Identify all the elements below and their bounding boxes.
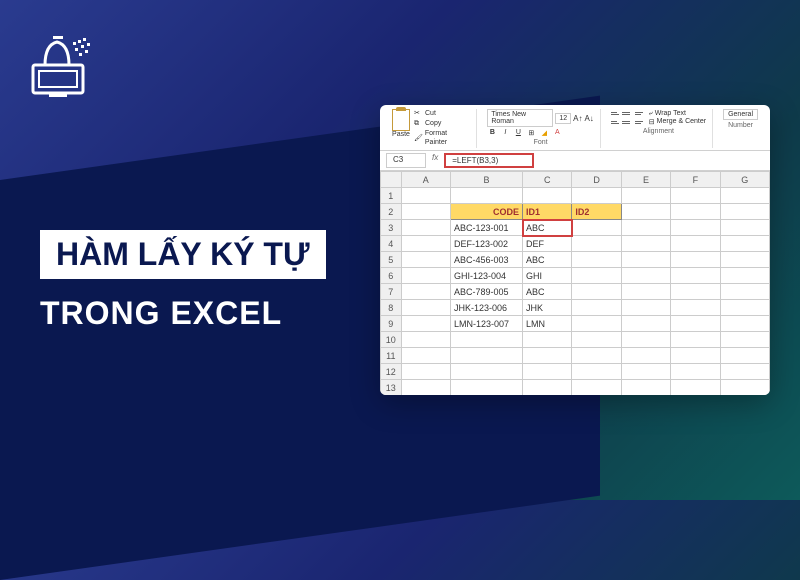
col-header[interactable]: C [523, 172, 572, 188]
brush-icon: 🖌 [414, 134, 423, 143]
name-box[interactable]: C3 [386, 153, 426, 168]
cell[interactable]: JHK-123-006 [450, 300, 522, 316]
wrap-text-button[interactable]: ⤶Wrap Text [649, 110, 706, 118]
col-header[interactable]: F [671, 172, 720, 188]
row-header[interactable]: 10 [381, 332, 402, 348]
number-format-select[interactable]: General [723, 109, 758, 120]
italic-button[interactable]: I [500, 129, 510, 137]
col-header[interactable]: E [621, 172, 670, 188]
page-subtitle: TRONG EXCEL [40, 295, 326, 332]
ribbon: Paste ✂Cut ⧉Copy 🖌Format Painter Times N… [380, 105, 770, 151]
row-header[interactable]: 7 [381, 284, 402, 300]
cell[interactable]: GHI [523, 268, 572, 284]
copy-icon: ⧉ [414, 119, 423, 128]
row-header[interactable]: 4 [381, 236, 402, 252]
table-header-id1[interactable]: ID1 [523, 204, 572, 220]
excel-screenshot: Paste ✂Cut ⧉Copy 🖌Format Painter Times N… [380, 105, 770, 395]
row-header[interactable]: 12 [381, 364, 402, 380]
cell[interactable]: LMN-123-007 [450, 316, 522, 332]
decrease-font-button[interactable]: A↓ [584, 114, 593, 123]
cell[interactable]: ABC [523, 284, 572, 300]
border-button[interactable]: ⊞ [526, 129, 536, 137]
font-name-select[interactable]: Times New Roman [487, 109, 553, 127]
increase-font-button[interactable]: A↑ [573, 114, 582, 123]
fx-icon[interactable]: fx [432, 153, 438, 168]
cell[interactable]: GHI-123-004 [450, 268, 522, 284]
formula-bar: C3 fx =LEFT(B3,3) [380, 151, 770, 171]
page-title: HÀM LẤY KÝ TỰ [40, 230, 326, 279]
row-header[interactable]: 11 [381, 348, 402, 364]
cell[interactable]: ABC-123-001 [450, 220, 522, 236]
table-header-id2[interactable]: ID2 [572, 204, 621, 220]
col-header[interactable]: B [450, 172, 522, 188]
cut-button[interactable]: ✂Cut [414, 109, 470, 119]
merge-icon: ⊟ [649, 118, 655, 126]
merge-center-button[interactable]: ⊟Merge & Center [649, 118, 706, 126]
formula-input[interactable]: =LEFT(B3,3) [444, 153, 534, 168]
spreadsheet-grid[interactable]: A B C D E F G 1 2 CODE ID1 ID2 3 ABC-123… [380, 171, 770, 395]
font-size-select[interactable]: 12 [555, 113, 571, 124]
align-buttons[interactable] [611, 109, 643, 126]
cell[interactable]: DEF [523, 236, 572, 252]
fill-color-button[interactable]: ◢ [539, 129, 549, 137]
row-header[interactable]: 2 [381, 204, 402, 220]
wrap-icon: ⤶ [649, 110, 653, 118]
row-header[interactable]: 6 [381, 268, 402, 284]
cell[interactable]: JHK [523, 300, 572, 316]
cell[interactable]: ABC-456-003 [450, 252, 522, 268]
row-header[interactable]: 3 [381, 220, 402, 236]
cell[interactable]: DEF-123-002 [450, 236, 522, 252]
col-header[interactable]: A [401, 172, 450, 188]
cell[interactable]: ABC-789-005 [450, 284, 522, 300]
col-header[interactable]: D [572, 172, 621, 188]
paste-button[interactable]: Paste [392, 109, 410, 148]
cell[interactable]: LMN [523, 316, 572, 332]
selected-cell[interactable]: ABC [523, 220, 572, 236]
bold-button[interactable]: B [487, 129, 497, 137]
logo-icon [25, 30, 105, 100]
format-painter-button[interactable]: 🖌Format Painter [414, 129, 470, 149]
copy-button[interactable]: ⧉Copy [414, 119, 470, 129]
row-header[interactable]: 1 [381, 188, 402, 204]
scissors-icon: ✂ [414, 109, 423, 118]
table-header-code[interactable]: CODE [450, 204, 522, 220]
row-header[interactable]: 9 [381, 316, 402, 332]
underline-button[interactable]: U [513, 129, 523, 137]
col-header[interactable]: G [720, 172, 769, 188]
row-header[interactable]: 5 [381, 252, 402, 268]
row-header[interactable]: 8 [381, 300, 402, 316]
font-color-button[interactable]: A [552, 129, 562, 137]
row-header[interactable]: 13 [381, 380, 402, 395]
cell[interactable]: ABC [523, 252, 572, 268]
